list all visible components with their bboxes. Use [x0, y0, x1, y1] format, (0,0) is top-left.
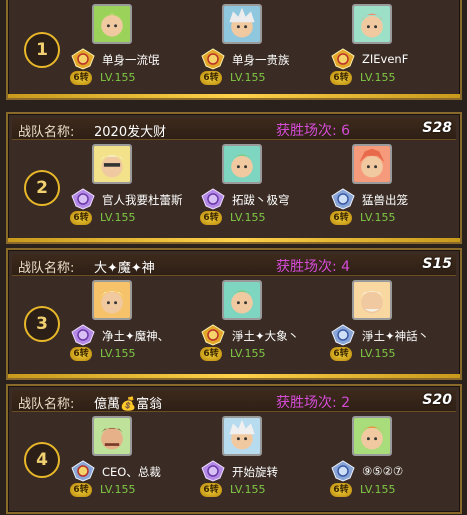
team-name-label: 战队名称: — [18, 261, 75, 276]
rank-badge: 2 — [24, 170, 60, 206]
player-level: LV.155 — [230, 71, 266, 84]
player-name: 淨土✦大象丶 — [232, 329, 300, 343]
player-name: 净土✦魔神、 — [102, 329, 170, 343]
member-1[interactable]: 官人我要杜蕾斯 6转 LV.155 — [70, 144, 200, 225]
member-3[interactable]: ZIEvenF 6转 LV.155 — [330, 4, 460, 85]
team-name: 大✦魔✦神 — [94, 261, 155, 276]
player-name: ZIEvenF — [362, 52, 409, 66]
team-header: 战队名称: 億萬💰富翁 获胜场次: 2 S20 — [12, 390, 456, 412]
team-card-1[interactable]: 1 单身一流氓 6转 LV.155 单身一贵族 6转 LV.155 ZIEven… — [6, 0, 462, 100]
player-level: LV.155 — [360, 483, 396, 496]
tier-pill: 6转 — [330, 211, 352, 225]
player-level: LV.155 — [360, 347, 396, 360]
member-2[interactable]: 单身一贵族 6转 LV.155 — [200, 4, 330, 85]
player-level: LV.155 — [100, 483, 136, 496]
purple-crest-icon — [70, 188, 96, 210]
team-card-3[interactable]: 战队名称: 大✦魔✦神 获胜场次: 4 S15 3 净土✦魔神、 6转 LV.1… — [6, 248, 462, 380]
member-2[interactable]: 拓跋丶极穹 6转 LV.155 — [200, 144, 330, 225]
card-bottom-border — [8, 374, 460, 378]
member-1[interactable]: 单身一流氓 6转 LV.155 — [70, 4, 200, 85]
team-name: 億萬💰富翁 — [94, 397, 163, 412]
server-tag: S15 — [422, 256, 452, 272]
server-tag: S28 — [422, 120, 452, 136]
silver-crest-icon — [330, 324, 356, 346]
purple-crest-icon — [200, 460, 226, 482]
tier-pill: 6转 — [200, 71, 222, 85]
player-name: 淨土✦神話丶 — [362, 329, 430, 343]
player-level: LV.155 — [360, 71, 396, 84]
tier-pill: 6转 — [70, 483, 92, 497]
rank-badge: 3 — [24, 306, 60, 342]
avatar[interactable] — [352, 280, 392, 320]
member-3[interactable]: ⑨⑤②⑦ 6转 LV.155 — [330, 416, 460, 497]
member-3[interactable]: 淨土✦神話丶 6转 LV.155 — [330, 280, 460, 361]
player-level: LV.155 — [100, 347, 136, 360]
avatar[interactable] — [92, 4, 132, 44]
player-level: LV.155 — [230, 483, 266, 496]
purple-crest-icon — [70, 324, 96, 346]
player-name: 单身一流氓 — [102, 53, 160, 67]
gold-crest-icon — [70, 48, 96, 70]
team-name: 2020发大财 — [94, 125, 167, 140]
player-name: 单身一贵族 — [232, 53, 290, 67]
tier-pill: 6转 — [70, 211, 92, 225]
team-name-label: 战队名称: — [18, 125, 75, 140]
member-1[interactable]: CEO、总裁 6转 LV.155 — [70, 416, 200, 497]
tier-pill: 6转 — [200, 347, 222, 361]
server-tag: S20 — [422, 392, 452, 408]
player-level: LV.155 — [360, 211, 396, 224]
member-3[interactable]: 猛兽出笼 6转 LV.155 — [330, 144, 460, 225]
avatar[interactable] — [92, 416, 132, 456]
tier-pill: 6转 — [330, 71, 352, 85]
rank-badge: 1 — [24, 32, 60, 68]
silver-crest-icon — [70, 460, 96, 482]
card-bottom-border — [8, 94, 460, 98]
team-card-2[interactable]: 战队名称: 2020发大财 获胜场次: 6 S28 2 官人我要杜蕾斯 6转 L… — [6, 112, 462, 244]
avatar[interactable] — [222, 416, 262, 456]
avatar[interactable] — [222, 280, 262, 320]
tier-pill: 6转 — [330, 347, 352, 361]
team-header: 战队名称: 大✦魔✦神 获胜场次: 4 S15 — [12, 254, 456, 276]
gold-crest-icon — [330, 48, 356, 70]
gold-crest-icon — [200, 48, 226, 70]
tier-pill: 6转 — [70, 71, 92, 85]
rank-badge: 4 — [24, 442, 60, 478]
tier-pill: 6转 — [200, 483, 222, 497]
wins-count: 获胜场次: 2 — [276, 395, 351, 411]
gold-crest-icon — [200, 324, 226, 346]
tier-pill: 6转 — [200, 211, 222, 225]
silver-crest-icon — [330, 188, 356, 210]
tier-pill: 6转 — [330, 483, 352, 497]
member-2[interactable]: 开始旋转 6转 LV.155 — [200, 416, 330, 497]
avatar[interactable] — [222, 4, 262, 44]
player-level: LV.155 — [100, 71, 136, 84]
team-name-label: 战队名称: — [18, 397, 75, 412]
player-name: CEO、总裁 — [102, 465, 161, 479]
player-name: 拓跋丶极穹 — [232, 193, 290, 207]
member-1[interactable]: 净土✦魔神、 6转 LV.155 — [70, 280, 200, 361]
avatar[interactable] — [352, 416, 392, 456]
player-name: ⑨⑤②⑦ — [362, 464, 404, 478]
member-2[interactable]: 淨土✦大象丶 6转 LV.155 — [200, 280, 330, 361]
player-level: LV.155 — [230, 211, 266, 224]
avatar[interactable] — [352, 144, 392, 184]
avatar[interactable] — [222, 144, 262, 184]
player-name: 开始旋转 — [232, 465, 278, 479]
player-name: 官人我要杜蕾斯 — [102, 193, 183, 207]
silver-crest-icon — [330, 460, 356, 482]
player-level: LV.155 — [230, 347, 266, 360]
avatar[interactable] — [352, 4, 392, 44]
player-level: LV.155 — [100, 211, 136, 224]
card-bottom-border — [8, 238, 460, 242]
tier-pill: 6转 — [70, 347, 92, 361]
team-card-4[interactable]: 战队名称: 億萬💰富翁 获胜场次: 2 S20 4 CEO、总裁 6转 LV.1… — [6, 384, 462, 514]
wins-count: 获胜场次: 6 — [276, 123, 351, 139]
avatar[interactable] — [92, 144, 132, 184]
purple-crest-icon — [200, 188, 226, 210]
wins-count: 获胜场次: 4 — [276, 259, 351, 275]
avatar[interactable] — [92, 280, 132, 320]
team-header: 战队名称: 2020发大财 获胜场次: 6 S28 — [12, 118, 456, 140]
player-name: 猛兽出笼 — [362, 193, 408, 207]
